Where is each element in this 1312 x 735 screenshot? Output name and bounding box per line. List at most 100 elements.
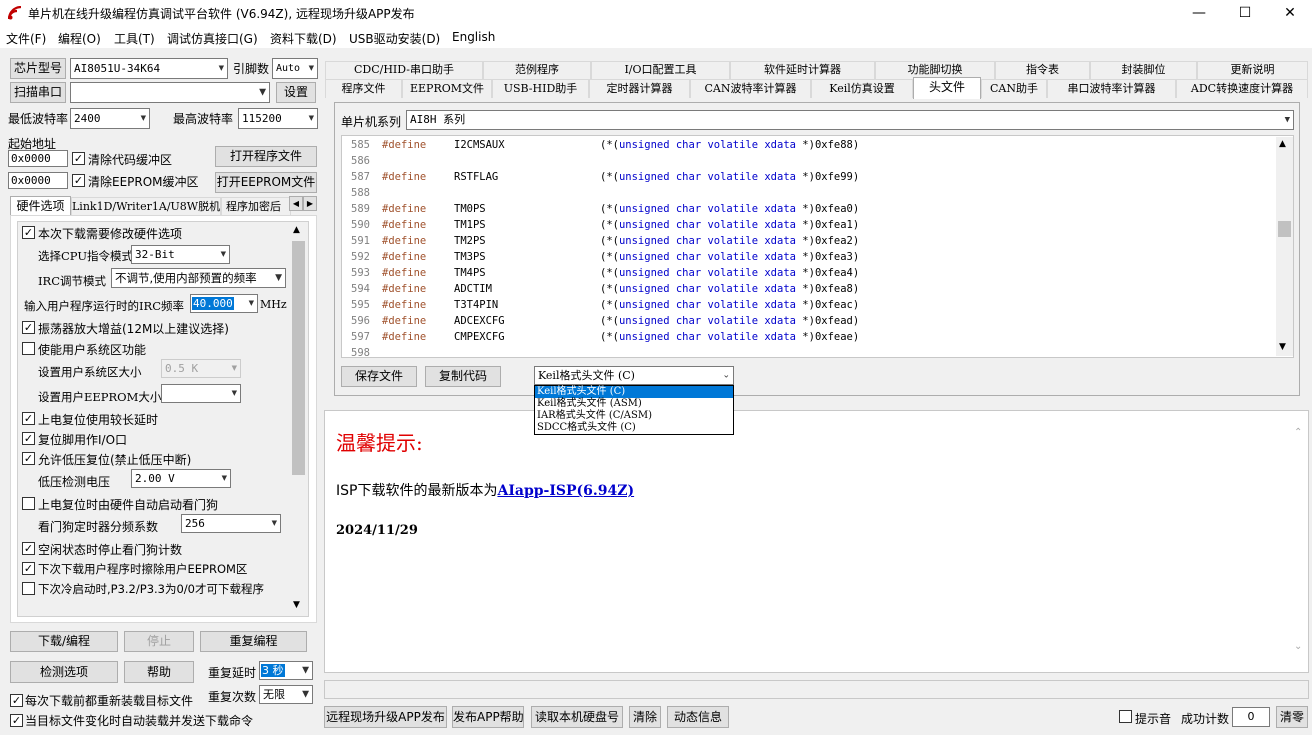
macro-value: (*(unsigned char volatile xdata *)0xfea2…	[600, 235, 859, 247]
tab-keil-debug[interactable]: Keil仿真设置	[811, 79, 913, 98]
tab-package-pins[interactable]: 封装脚位	[1090, 61, 1197, 79]
modify-hw-checkbox[interactable]: ✓	[22, 226, 35, 239]
osc-gain-checkbox[interactable]: ✓	[22, 321, 35, 334]
menu-english[interactable]: English	[452, 30, 495, 44]
power-reset-delay-checkbox[interactable]: ✓	[22, 412, 35, 425]
scan-port-button[interactable]: 扫描串口	[10, 82, 66, 103]
maximize-button[interactable]: ☐	[1222, 0, 1268, 26]
tab-program-file[interactable]: 程序文件	[325, 79, 402, 98]
auto-load-checkbox[interactable]: ✓	[10, 714, 23, 727]
copy-code-button[interactable]: 复制代码	[425, 366, 501, 387]
hw-options-scrollbar[interactable]: ▲ ▼	[290, 223, 307, 615]
osc-gain-label: 振荡器放大增益(12M以上建议选择)	[38, 322, 229, 336]
p32-download-checkbox[interactable]	[22, 582, 35, 595]
menu-tools[interactable]: 工具(T)	[114, 30, 155, 47]
user-eeprom-size-select[interactable]: 1 K▼	[161, 384, 241, 403]
tab-uart-baud-calc[interactable]: 串口波特率计算器	[1047, 79, 1176, 98]
message-scrollbar[interactable]: ⌃ ⌄	[1291, 425, 1308, 658]
publish-help-button[interactable]: 发布APP帮助	[452, 706, 524, 728]
tab-cdc-hid-serial[interactable]: CDC/HID-串口助手	[325, 61, 483, 79]
close-button[interactable]: ✕	[1267, 0, 1312, 26]
tab-usb-hid[interactable]: USB-HID助手	[492, 79, 589, 98]
tab-examples[interactable]: 范例程序	[483, 61, 591, 79]
header-format-option[interactable]: IAR格式头文件 (C/ASM)	[535, 410, 733, 422]
idle-wdt-checkbox[interactable]: ✓	[22, 542, 35, 555]
repeat-program-button[interactable]: 重复编程	[200, 631, 307, 652]
reset-pin-io-checkbox[interactable]: ✓	[22, 432, 35, 445]
tab-release-notes[interactable]: 更新说明	[1197, 61, 1308, 79]
tab-offline-writer[interactable]: Link1D/Writer1A/U8W脱机	[71, 197, 221, 216]
dynamic-info-button[interactable]: 动态信息	[667, 706, 729, 728]
help-button[interactable]: 帮助	[124, 661, 194, 683]
tab-encryption[interactable]: 程序加密后	[221, 197, 291, 216]
header-format-option[interactable]: Keil格式头文件 (ASM)	[535, 398, 733, 410]
reload-target-checkbox[interactable]: ✓	[10, 694, 23, 707]
low-volt-reset-checkbox[interactable]: ✓	[22, 452, 35, 465]
open-program-file-button[interactable]: 打开程序文件	[215, 146, 317, 167]
stop-button[interactable]: 停止	[124, 631, 194, 652]
check-options-button[interactable]: 检测选项	[10, 661, 118, 683]
header-code-viewer[interactable]: 585 #define I2CMSAUX (*(unsigned char volat…	[341, 135, 1294, 358]
clear-count-button[interactable]: 清零	[1276, 706, 1308, 728]
menu-program[interactable]: 编程(O)	[58, 30, 101, 47]
header-format-select[interactable]: Keil格式头文件 (C) ⌄	[534, 366, 734, 385]
clear-button[interactable]: 清除	[629, 706, 661, 728]
tab-instruction-table[interactable]: 指令表	[995, 61, 1090, 79]
settings-button[interactable]: 设置	[276, 82, 316, 103]
download-program-button[interactable]: 下载/编程	[10, 631, 118, 652]
cast-end: )	[852, 331, 860, 343]
remote-upgrade-button[interactable]: 远程现场升级APP发布	[324, 706, 447, 728]
port-select[interactable]: ▼	[70, 82, 270, 103]
minimize-button[interactable]: —	[1176, 0, 1222, 26]
latest-version-link[interactable]: AIapp-ISP(6.94Z)	[497, 483, 634, 499]
menu-file[interactable]: 文件(F)	[6, 30, 46, 47]
open-eeprom-file-button[interactable]: 打开EEPROM文件	[215, 172, 317, 193]
repeat-count-select[interactable]: 无限 ▼	[259, 685, 313, 704]
chevron-down-icon: ▼	[231, 388, 237, 398]
tab-hardware-options[interactable]: 硬件选项	[10, 196, 71, 216]
cast-open: (*(	[600, 139, 619, 151]
cast-close: *)	[795, 315, 815, 327]
tab-can-assistant[interactable]: CAN助手	[981, 79, 1047, 98]
clear-eeprom-checkbox[interactable]: ✓	[72, 174, 85, 187]
menu-usb-driver[interactable]: USB驱动安装(D)	[349, 30, 440, 47]
code-scrollbar[interactable]: ▲ ▼	[1276, 137, 1293, 356]
read-disk-id-button[interactable]: 读取本机硬盘号	[531, 706, 623, 728]
chip-type-select[interactable]: AI8051U-34K64 ▼	[70, 58, 228, 79]
tab-can-baud-calc[interactable]: CAN波特率计算器	[690, 79, 811, 98]
tab-timer-calc[interactable]: 定时器计算器	[589, 79, 690, 98]
tab-scroll-left-button[interactable]: ◀	[289, 196, 303, 211]
chip-type-button[interactable]: 芯片型号	[10, 58, 66, 79]
cpu-mode-select[interactable]: 32-Bit ▼	[131, 245, 230, 264]
tab-scroll-right-button[interactable]: ▶	[303, 196, 317, 211]
menu-downloads[interactable]: 资料下载(D)	[270, 30, 337, 47]
tab-adc-speed-calc[interactable]: ADC转换速度计算器	[1176, 79, 1308, 98]
erase-eeprom-checkbox[interactable]: ✓	[22, 562, 35, 575]
repeat-delay-select[interactable]: 3 秒 ▼	[259, 661, 313, 680]
clear-code-checkbox[interactable]: ✓	[72, 152, 85, 165]
code-start-address-input[interactable]: 0x0000	[8, 150, 68, 167]
low-volt-select[interactable]: 2.00 V ▼	[131, 469, 231, 488]
wdt-auto-checkbox[interactable]	[22, 497, 35, 510]
tab-eeprom-file[interactable]: EEPROM文件	[402, 79, 492, 98]
min-baud-select[interactable]: 2400 ▼	[70, 108, 150, 129]
code-scrollbar-thumb[interactable]	[1278, 221, 1291, 237]
save-file-button[interactable]: 保存文件	[341, 366, 417, 387]
tab-io-config[interactable]: I/O口配置工具	[591, 61, 730, 79]
header-format-option[interactable]: SDCC格式头文件 (C)	[535, 422, 733, 434]
beep-checkbox[interactable]	[1119, 710, 1132, 723]
irc-mode-select[interactable]: 不调节,使用内部预置的频率 ▼	[111, 268, 286, 288]
tab-delay-calc[interactable]: 软件延时计算器	[730, 61, 875, 79]
irc-freq-select[interactable]: 40.000 ▼	[190, 294, 258, 313]
pin-count-select[interactable]: Auto ▼	[272, 58, 318, 79]
user-sys-area-checkbox[interactable]	[22, 342, 35, 355]
tab-header-files[interactable]: 头文件	[913, 77, 981, 99]
mcu-series-select[interactable]: AI8H 系列 ▼	[406, 110, 1294, 130]
hw-options-scrollbar-thumb[interactable]	[292, 241, 305, 475]
max-baud-select[interactable]: 115200 ▼	[238, 108, 318, 129]
menu-debug-interface[interactable]: 调试仿真接口(G)	[167, 30, 258, 47]
wdt-div-select[interactable]: 256 ▼	[181, 514, 281, 533]
header-format-option[interactable]: Keil格式头文件 (C)	[535, 386, 733, 398]
register-address: 0xfe88	[814, 139, 853, 151]
eeprom-start-address-input[interactable]: 0x0000	[8, 172, 68, 189]
